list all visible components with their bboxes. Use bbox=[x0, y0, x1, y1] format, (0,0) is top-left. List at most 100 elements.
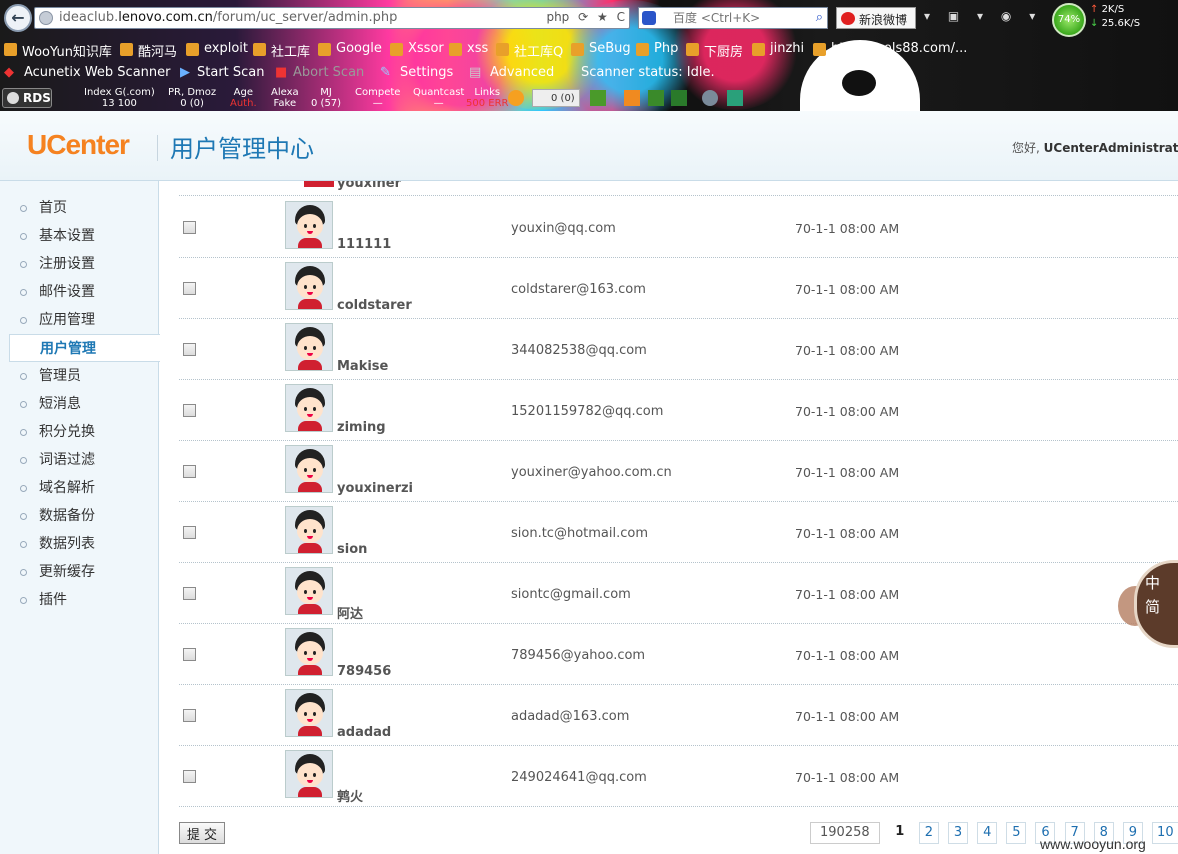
rss-icon[interactable] bbox=[624, 90, 640, 106]
sidebar-item-home[interactable]: 首页 bbox=[0, 194, 159, 222]
username[interactable]: Makise bbox=[337, 359, 388, 374]
reload-icon[interactable]: C bbox=[617, 10, 625, 24]
submit-button[interactable]: 提 交 bbox=[179, 822, 225, 844]
row-checkbox[interactable] bbox=[183, 770, 196, 783]
username[interactable]: 阿达 bbox=[337, 603, 363, 622]
bookmark-item[interactable]: 社工库Q bbox=[496, 41, 563, 60]
page-link[interactable]: 2 bbox=[918, 822, 939, 844]
search-input[interactable] bbox=[673, 9, 808, 27]
sidebar-item-admins[interactable]: 管理员 bbox=[0, 362, 159, 390]
address-bar[interactable]: ideaclub.lenovo.com.cn/forum/uc_server/a… bbox=[34, 7, 630, 29]
bookmark-item[interactable]: jinzhi bbox=[752, 41, 804, 56]
screenshot-icon[interactable]: ▣ bbox=[948, 9, 959, 23]
star-icon[interactable]: ★ bbox=[597, 10, 608, 24]
sidebar-item-word-filter[interactable]: 词语过滤 bbox=[0, 446, 159, 474]
back-button[interactable]: ← bbox=[4, 4, 32, 32]
row-checkbox[interactable] bbox=[183, 343, 196, 356]
seo-quantcast[interactable]: Quantcast — bbox=[413, 87, 464, 109]
network-meter[interactable]: 74% bbox=[1052, 3, 1086, 37]
dropdown-icon[interactable]: ▾ bbox=[977, 9, 983, 23]
username[interactable]: adadad bbox=[337, 725, 391, 740]
bookmark-item[interactable]: 社工库 bbox=[253, 41, 310, 60]
username[interactable]: sion bbox=[337, 542, 367, 557]
settings-button[interactable]: Settings bbox=[400, 65, 453, 80]
sidebar-item-credits[interactable]: 积分兑换 bbox=[0, 418, 159, 446]
sidebar-item-apps[interactable]: 应用管理 bbox=[0, 306, 159, 334]
bookmark-item[interactable]: WooYun知识库 bbox=[4, 41, 112, 60]
refresh-icon[interactable]: ⟳ bbox=[578, 10, 588, 24]
sidebar-item-data-list[interactable]: 数据列表 bbox=[0, 530, 159, 558]
page-link[interactable]: 10 bbox=[1152, 822, 1178, 844]
bookmark-item[interactable]: SeBug bbox=[571, 41, 631, 56]
bookmark-item[interactable]: http://tools88.com/... bbox=[813, 41, 967, 56]
ime-panel[interactable]: 中简 bbox=[1134, 560, 1178, 648]
rds-button[interactable]: RDS bbox=[2, 88, 52, 108]
baidu-paw-icon[interactable] bbox=[642, 11, 656, 25]
row-checkbox[interactable] bbox=[183, 526, 196, 539]
sidebar-item-basic-settings[interactable]: 基本设置 bbox=[0, 222, 159, 250]
username[interactable]: 111111 bbox=[337, 237, 391, 252]
dropdown-icon[interactable]: ▾ bbox=[924, 9, 930, 23]
seo-age[interactable]: Age Auth. bbox=[230, 87, 257, 109]
username[interactable]: ziming bbox=[337, 420, 386, 435]
seo-index[interactable]: Index G(.com) 13 100 bbox=[84, 87, 155, 109]
sidebar-item-users[interactable]: 用户管理 bbox=[9, 334, 160, 362]
seo-links[interactable]: Links 500 ERR bbox=[466, 87, 508, 109]
row-checkbox[interactable] bbox=[183, 282, 196, 295]
seo-compete[interactable]: Compete — bbox=[355, 87, 400, 109]
username-link[interactable]: UCenterAdministrator bbox=[1044, 141, 1178, 155]
bookmark-item[interactable]: 下厨房 bbox=[686, 41, 743, 60]
search-box[interactable]: ⌕ bbox=[638, 7, 828, 29]
row-checkbox[interactable] bbox=[183, 465, 196, 478]
ime-widget[interactable]: 中简 bbox=[1118, 558, 1178, 648]
page-link[interactable]: 3 bbox=[948, 822, 969, 844]
bookmark-item[interactable]: xss bbox=[449, 41, 488, 56]
weibo-button[interactable]: 新浪微博 bbox=[836, 7, 916, 29]
addon-icon[interactable]: ◉ bbox=[1001, 9, 1011, 23]
username[interactable]: coldstarer bbox=[337, 298, 412, 313]
url-text[interactable]: ideaclub.lenovo.com.cn/forum/uc_server/a… bbox=[59, 10, 397, 25]
page-link[interactable]: 5 bbox=[1006, 822, 1027, 844]
sidebar-item-messages[interactable]: 短消息 bbox=[0, 390, 159, 418]
username[interactable]: 789456 bbox=[337, 664, 391, 679]
start-scan-button[interactable]: Start Scan bbox=[197, 65, 265, 80]
bookmark-item[interactable]: 酷河马 bbox=[120, 41, 177, 60]
code-icon[interactable] bbox=[671, 90, 687, 106]
page-link[interactable]: 4 bbox=[977, 822, 998, 844]
row-checkbox[interactable] bbox=[183, 648, 196, 661]
dropdown-icon[interactable]: ▾ bbox=[1029, 9, 1035, 23]
gear-icon[interactable] bbox=[702, 90, 718, 106]
advanced-button[interactable]: Advanced bbox=[490, 65, 554, 80]
seo-mj[interactable]: MJ 0 (57) bbox=[311, 87, 341, 109]
row-checkbox[interactable] bbox=[183, 709, 196, 722]
username[interactable]: youxinerzi bbox=[337, 481, 413, 496]
sidebar-item-backup[interactable]: 数据备份 bbox=[0, 502, 159, 530]
plugin-icon[interactable] bbox=[508, 90, 524, 106]
bookmark-item[interactable]: Php bbox=[636, 41, 678, 56]
wrench-icon[interactable]: ✎ bbox=[380, 65, 391, 80]
username[interactable]: 鹑火 bbox=[337, 786, 363, 805]
chart-icon[interactable] bbox=[590, 90, 606, 106]
php-icon[interactable]: php bbox=[546, 10, 569, 24]
home-icon[interactable] bbox=[648, 90, 664, 106]
bookmark-item[interactable]: exploit bbox=[186, 41, 248, 56]
ucenter-logo[interactable]: UCenter bbox=[27, 129, 130, 161]
seo-alexa[interactable]: Alexa Fake bbox=[271, 87, 299, 109]
advanced-icon[interactable]: ▤ bbox=[469, 65, 481, 80]
row-checkbox[interactable] bbox=[183, 404, 196, 417]
plugin-icon[interactable] bbox=[727, 90, 743, 106]
abort-scan-button[interactable]: Abort Scan bbox=[293, 65, 364, 80]
sidebar-item-plugins[interactable]: 插件 bbox=[0, 586, 159, 614]
play-icon[interactable]: ▶ bbox=[180, 65, 190, 80]
bookmark-item[interactable]: Xssor bbox=[390, 41, 444, 56]
gplus-button[interactable]: 0 (0) bbox=[532, 89, 580, 107]
bookmark-item[interactable]: Google bbox=[318, 41, 382, 56]
sidebar-item-mail-settings[interactable]: 邮件设置 bbox=[0, 278, 159, 306]
sidebar-item-cache[interactable]: 更新缓存 bbox=[0, 558, 159, 586]
sidebar-item-domains[interactable]: 域名解析 bbox=[0, 474, 159, 502]
stop-icon[interactable]: ■ bbox=[275, 65, 287, 80]
seo-pr[interactable]: PR, Dmoz 0 (0) bbox=[168, 87, 216, 109]
row-checkbox[interactable] bbox=[183, 221, 196, 234]
sidebar-item-register-settings[interactable]: 注册设置 bbox=[0, 250, 159, 278]
row-checkbox[interactable] bbox=[183, 587, 196, 600]
